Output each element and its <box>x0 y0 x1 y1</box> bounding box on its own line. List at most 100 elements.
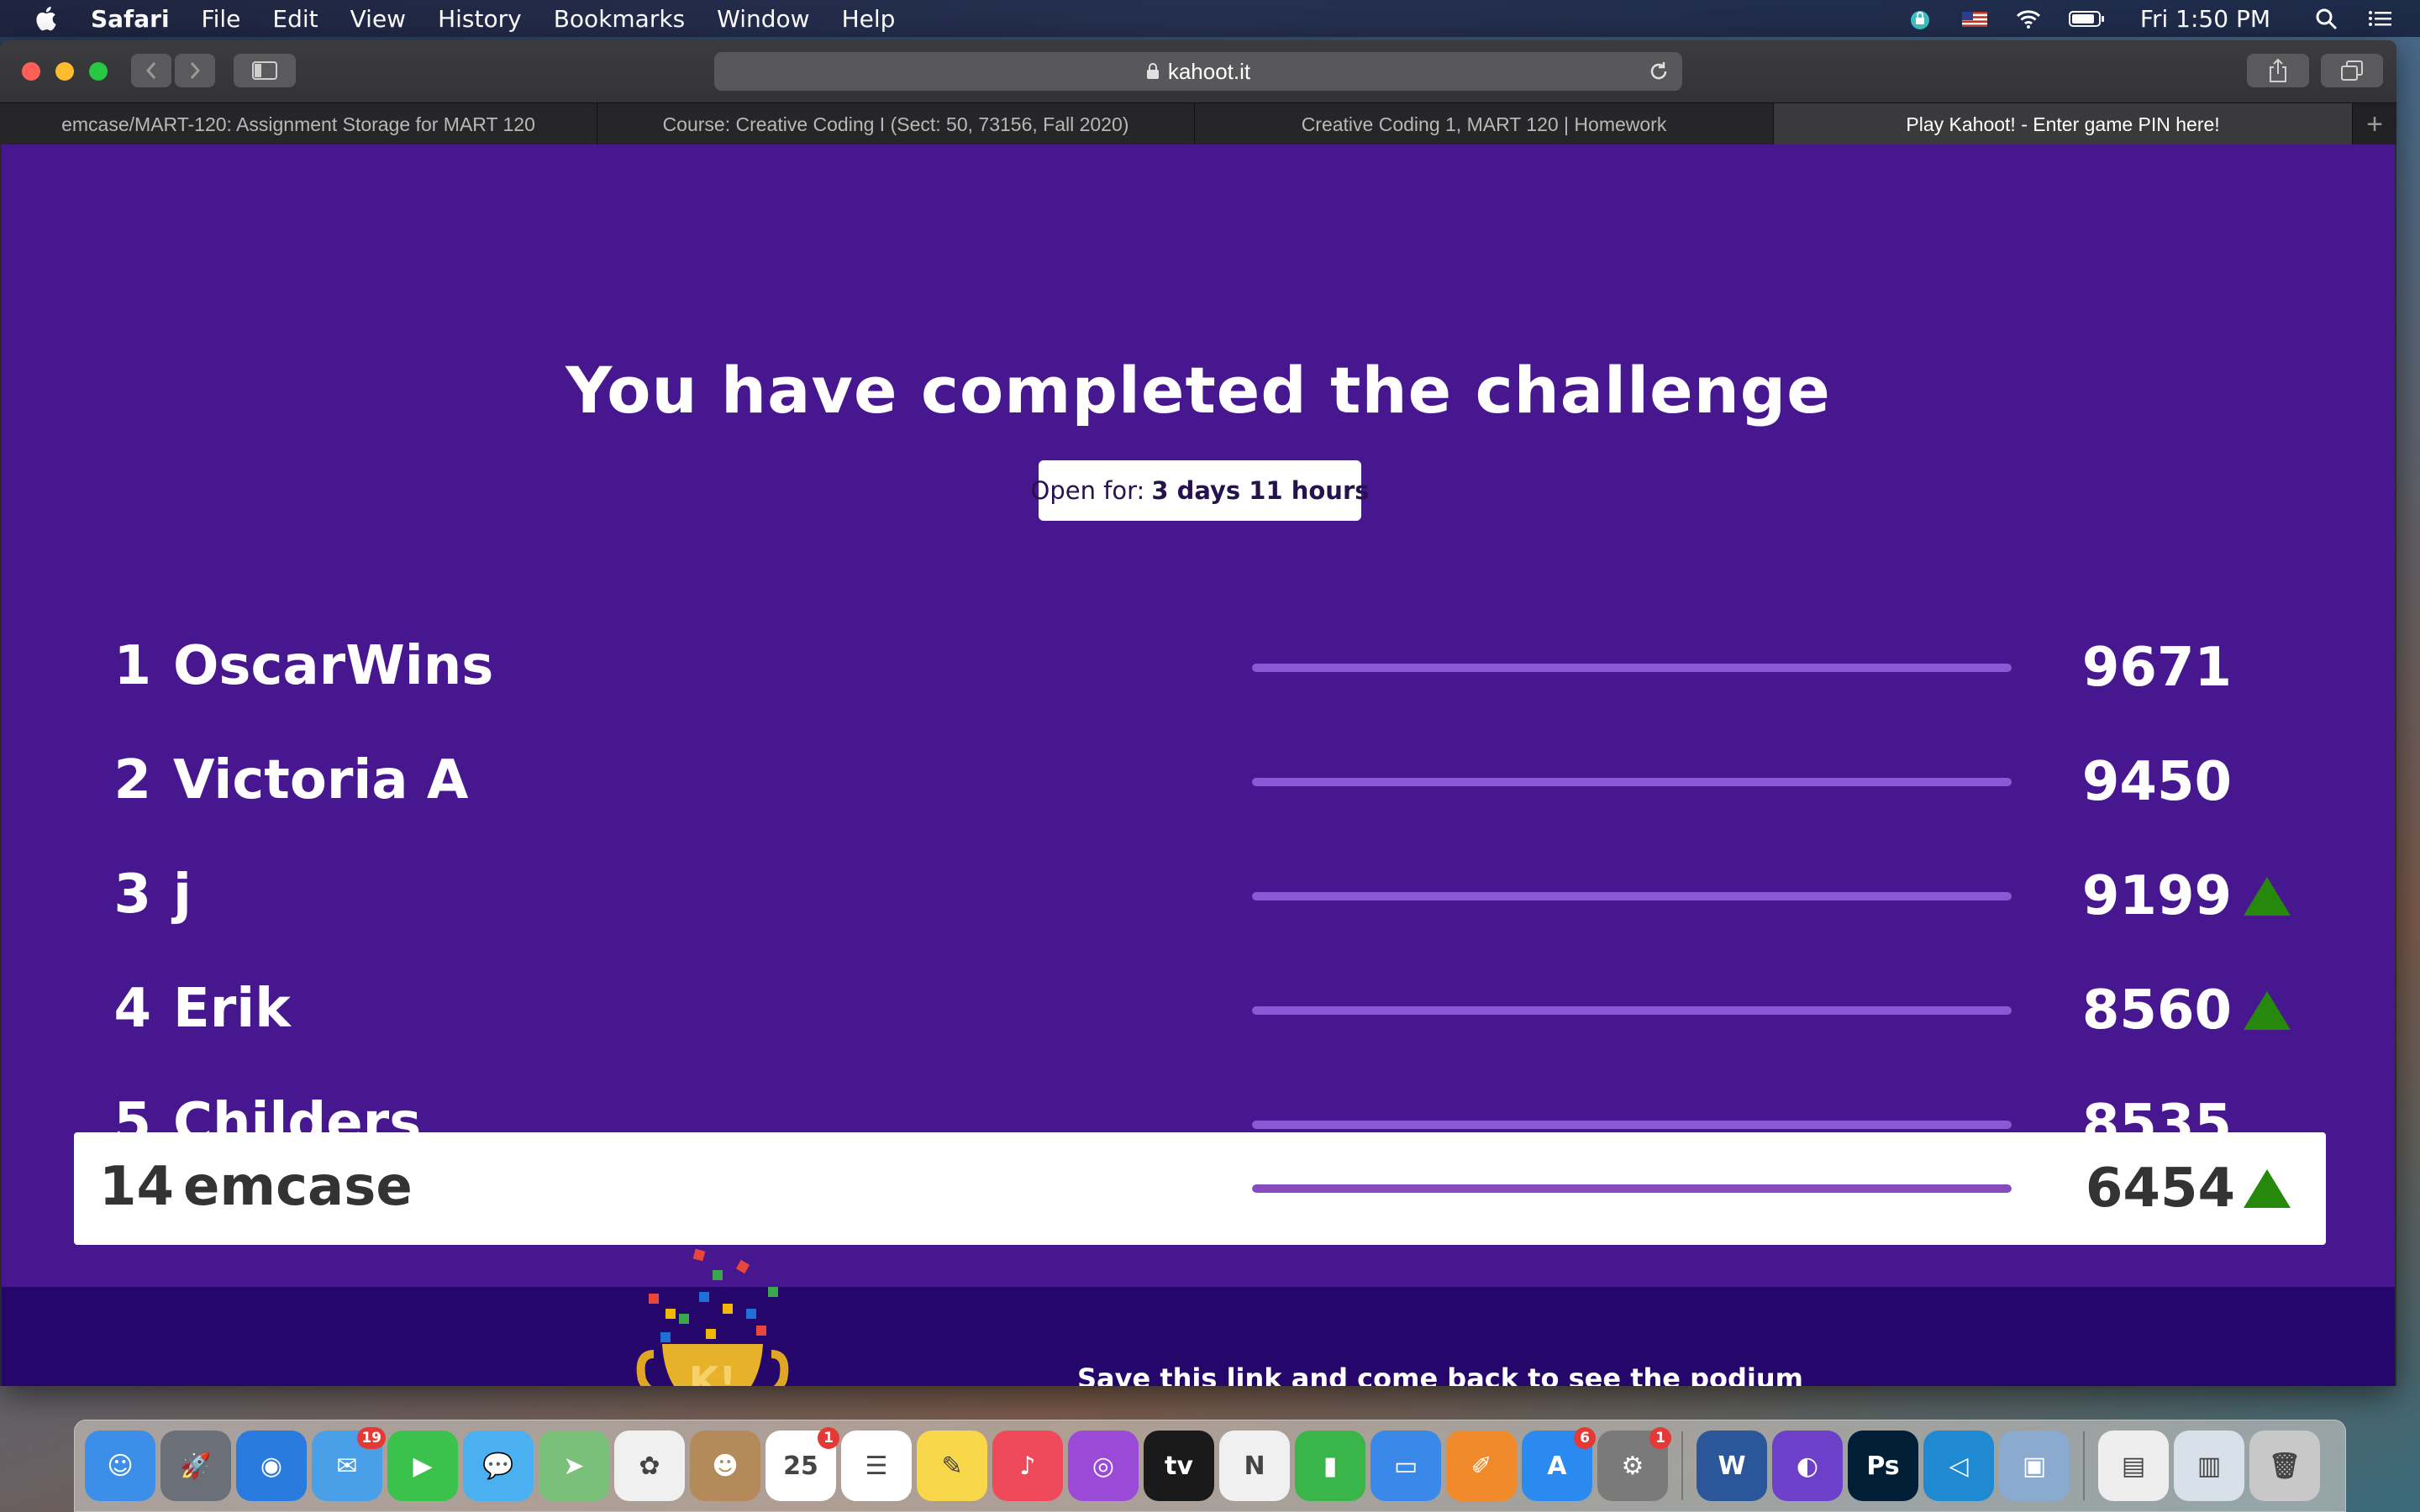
dock-badge: 19 <box>357 1427 386 1449</box>
leaderboard-row: 2 Victoria A 9450 <box>2 726 2395 838</box>
wifi-icon[interactable] <box>2014 7 2043 30</box>
menu-help[interactable]: Help <box>842 5 896 33</box>
minimize-window-button[interactable] <box>55 62 74 81</box>
tab-overview-button[interactable] <box>2321 54 2383 87</box>
trophy-confetti-icon: K! <box>636 1248 789 1386</box>
score-bar-fill <box>1252 892 2012 900</box>
current-player-row: 14 emcase 6454 <box>74 1132 2326 1245</box>
facetime-icon[interactable]: ▶ <box>387 1431 458 1501</box>
share-button[interactable] <box>2247 54 2309 87</box>
menu-clock[interactable]: Fri 1:50 PM <box>2140 5 2270 33</box>
dock-separator <box>2083 1431 2085 1500</box>
sidebar-toggle-button[interactable] <box>234 54 296 87</box>
photoshop-icon[interactable]: Ps <box>1848 1431 1918 1501</box>
maps-icon[interactable]: ➤ <box>539 1431 609 1501</box>
menu-file[interactable]: File <box>202 5 241 33</box>
dock-badge: 6 <box>1574 1427 1596 1449</box>
score-bar-fill <box>1252 1006 2012 1015</box>
mail-icon[interactable]: ✉ 19 <box>312 1427 386 1501</box>
preview-icon[interactable]: ▣ <box>1999 1431 2070 1501</box>
kahoot-page: You have completed the challenge Open fo… <box>2 144 2395 1386</box>
share-icon <box>2270 58 2286 82</box>
player-rank: 14 <box>99 1156 175 1218</box>
vscode-icon[interactable]: ◁ <box>1923 1431 1994 1501</box>
new-tab-button[interactable]: + <box>2353 103 2396 145</box>
score-bar <box>1252 778 2012 786</box>
music-icon[interactable]: ♪ <box>992 1431 1063 1501</box>
score-bar <box>1252 1006 2012 1015</box>
menu-bookmarks[interactable]: Bookmarks <box>554 5 685 33</box>
tab-homework[interactable]: Creative Coding 1, MART 120 | Homework <box>1195 103 1775 145</box>
messages-icon[interactable]: 💬 <box>463 1431 534 1501</box>
player-name: Erik <box>173 978 291 1040</box>
menu-edit[interactable]: Edit <box>272 5 318 33</box>
zoom-window-button[interactable] <box>89 62 108 81</box>
dock-icon-glyph: ➤ <box>563 1451 585 1481</box>
system-preferences-icon[interactable]: ⚙ 1 <box>1597 1427 1671 1501</box>
dock-icon-glyph: ✎ <box>941 1451 963 1481</box>
keynote-icon[interactable]: ▭ <box>1370 1431 1441 1501</box>
back-button[interactable] <box>131 54 171 87</box>
vpn-lock-icon[interactable] <box>1907 7 1935 30</box>
us-flag-icon[interactable] <box>1960 7 1989 30</box>
address-bar[interactable]: kahoot.it <box>714 52 1682 91</box>
calendar-icon[interactable]: 25 1 <box>765 1427 839 1501</box>
pdf-document-icon[interactable]: ▤ <box>2098 1431 2169 1501</box>
news-icon[interactable]: N <box>1219 1431 1290 1501</box>
dock-icon-glyph: ▣ <box>2022 1451 2047 1481</box>
leaderboard-row: 1 OscarWins 9671 <box>2 612 2395 724</box>
url-text: kahoot.it <box>1167 58 1251 84</box>
finder-icon[interactable]: ☺ <box>85 1431 155 1501</box>
battery-icon[interactable] <box>2068 7 2107 30</box>
dock-badge: 1 <box>818 1427 839 1449</box>
dock-icon-glyph: 💬 <box>482 1451 514 1481</box>
menu-bar: Safari File Edit View History Bookmarks … <box>0 0 2420 37</box>
podcasts-icon[interactable]: ◎ <box>1068 1431 1139 1501</box>
player-score: 9199 <box>2081 865 2232 927</box>
player-name: Victoria A <box>173 749 469 811</box>
launchpad-icon[interactable]: 🚀 <box>160 1431 231 1501</box>
contacts-icon[interactable]: ☻ <box>690 1431 760 1501</box>
app-menu-safari[interactable]: Safari <box>91 5 170 33</box>
dock-icon-glyph: ◉ <box>260 1451 283 1481</box>
leaderboard-row: 4 Erik 8560 <box>2 954 2395 1067</box>
dock-icon-glyph: ☰ <box>865 1451 888 1481</box>
tab-github-mart120[interactable]: emcase/MART-120: Assignment Storage for … <box>0 103 597 145</box>
app-store-icon[interactable]: A6 <box>1522 1427 1596 1501</box>
downloads-stack-icon[interactable]: ▥ <box>2174 1431 2244 1501</box>
spotlight-search-icon[interactable] <box>2312 7 2341 30</box>
dock: ☺ 🚀 ◉ ✉ 19 ▶ 💬 ➤ ✿ ☻ 25 1 ☰ ✎ ♪ ◎ tv N ▮ ▭ ✐ A 6 ⚙ 1 W ◐ Ps ◁ ▣ ▤ ▥ 🗑 <box>74 1420 2346 1512</box>
dock-icon-glyph: ◁ <box>1949 1451 1969 1481</box>
pages-icon[interactable]: ✐ <box>1446 1431 1517 1501</box>
microsoft-word-icon[interactable]: W <box>1697 1431 1767 1501</box>
player-name: emcase <box>183 1156 413 1218</box>
numbers-icon[interactable]: ▮ <box>1295 1431 1365 1501</box>
menu-window[interactable]: Window <box>717 5 809 33</box>
apple-tv-icon[interactable]: tv <box>1144 1431 1214 1501</box>
svg-text:K!: K! <box>689 1358 737 1386</box>
safari-icon[interactable]: ◉ <box>236 1431 307 1501</box>
apple-menu-icon[interactable] <box>34 5 57 32</box>
score-bar-fill <box>1252 664 2012 672</box>
reminders-icon[interactable]: ☰ <box>841 1431 912 1501</box>
score-bar-fill <box>1252 1184 2012 1193</box>
tab-label: Creative Coding 1, MART 120 | Homework <box>1301 113 1667 135</box>
trash-icon[interactable]: 🗑 <box>2249 1431 2320 1501</box>
photos-icon[interactable]: ✿ <box>614 1431 685 1501</box>
menu-history[interactable]: History <box>438 5 522 33</box>
tab-bar: emcase/MART-120: Assignment Storage for … <box>0 102 2396 145</box>
dock-icon-glyph: N <box>1244 1451 1265 1481</box>
close-window-button[interactable] <box>22 62 40 81</box>
github-desktop-icon[interactable]: ◐ <box>1772 1431 1843 1501</box>
tab-kahoot[interactable]: Play Kahoot! - Enter game PIN here! <box>1774 103 2354 145</box>
dock-icon-glyph: ▤ <box>2121 1451 2146 1481</box>
notes-icon[interactable]: ✎ <box>917 1431 987 1501</box>
player-score: 9450 <box>2081 751 2232 813</box>
forward-button[interactable] <box>175 54 215 87</box>
dock-icon-glyph: ▮ <box>1323 1451 1338 1481</box>
chevron-right-icon <box>190 62 201 79</box>
reload-icon[interactable] <box>1647 60 1670 83</box>
tab-course-creative-coding[interactable]: Course: Creative Coding I (Sect: 50, 731… <box>597 103 1195 145</box>
menu-view[interactable]: View <box>350 5 406 33</box>
notification-center-icon[interactable] <box>2366 7 2395 30</box>
